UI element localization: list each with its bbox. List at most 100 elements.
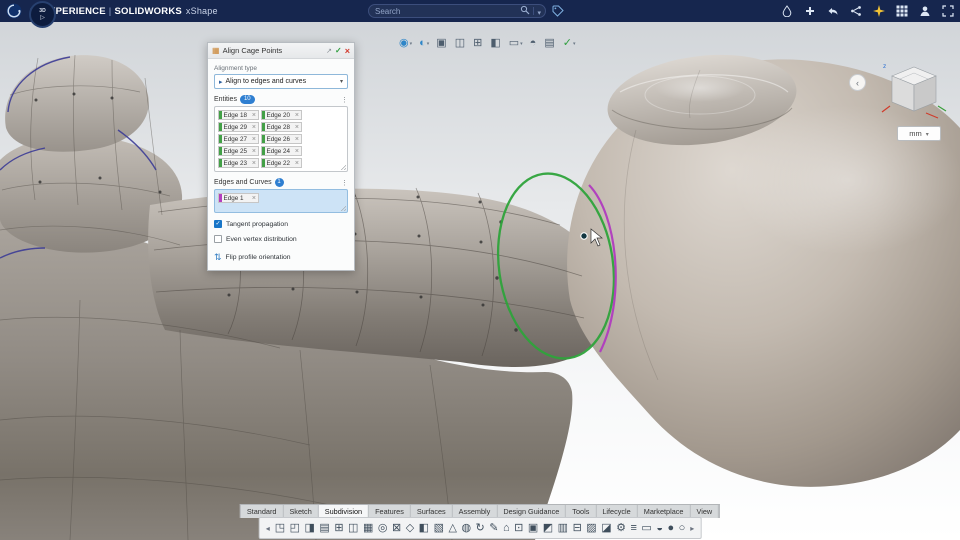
remove-chip-icon[interactable] xyxy=(295,112,301,119)
remove-chip-icon[interactable] xyxy=(295,160,301,167)
3dexperience-compass-logo[interactable] xyxy=(6,3,22,19)
bottom-tool-icon[interactable]: △ xyxy=(448,521,456,535)
ground-shadow-icon[interactable]: ▣ xyxy=(435,36,448,50)
units-dropdown[interactable]: mm xyxy=(897,126,941,141)
toolbar-scroll-right-icon[interactable]: ▸ xyxy=(689,524,695,533)
bottom-tool-icon[interactable]: ◇ xyxy=(406,521,414,535)
fullscreen-icon[interactable] xyxy=(941,5,954,18)
apps-grid-icon[interactable] xyxy=(895,5,908,18)
entity-chip[interactable]: Edge 20 xyxy=(261,110,302,120)
bottom-tool-icon[interactable]: ● xyxy=(667,521,674,535)
remove-chip-icon[interactable] xyxy=(295,136,301,143)
remove-chip-icon[interactable] xyxy=(295,148,301,155)
share-icon[interactable] xyxy=(826,5,839,18)
tag-icon[interactable] xyxy=(550,4,566,18)
render-style-icon[interactable]: ◉ ▾ xyxy=(398,36,413,50)
picked-vertex[interactable] xyxy=(580,232,588,240)
flip-profile-orientation-button[interactable]: ⇅ Flip profile orientation xyxy=(214,252,348,263)
entities-field[interactable]: Edge 18 Edge 20 Edge 29 xyxy=(214,106,348,172)
collapse-panel-button[interactable]: ‹ xyxy=(849,74,866,91)
search-input[interactable] xyxy=(373,5,521,17)
shading-icon[interactable]: ◓ xyxy=(529,36,539,50)
remove-chip-icon[interactable] xyxy=(252,160,258,167)
background-icon[interactable]: ◫ xyxy=(454,36,467,50)
bottom-tool-icon[interactable]: ▭ xyxy=(641,521,651,535)
bottom-tool-icon[interactable]: ✎ xyxy=(489,521,498,535)
bottom-tool-icon[interactable]: ○ xyxy=(679,521,686,535)
frame-view-icon[interactable]: ▭ ▾ xyxy=(508,36,524,50)
remove-chip-icon[interactable] xyxy=(252,148,258,155)
search-icon[interactable] xyxy=(520,2,530,20)
add-icon[interactable] xyxy=(803,5,816,18)
bottom-tool-icon[interactable]: ⚙ xyxy=(616,521,626,535)
3dplay-badge[interactable]: 3D ▷ xyxy=(29,1,56,28)
close-icon[interactable]: × xyxy=(345,46,350,56)
tool-caret-icon[interactable]: ▾ xyxy=(573,39,576,49)
bottom-tool-icon[interactable]: ▨ xyxy=(586,521,596,535)
ink-drop-icon[interactable] xyxy=(780,5,793,18)
bottom-tool-icon[interactable]: ▤ xyxy=(319,521,329,535)
bottom-tool-icon[interactable]: ▧ xyxy=(434,521,444,535)
bottom-tool-icon[interactable]: ⊡ xyxy=(514,521,523,535)
collaborate-icon[interactable] xyxy=(849,5,862,18)
bottom-tool-icon[interactable]: ◒ xyxy=(656,521,663,535)
entity-chip[interactable]: Edge 23 xyxy=(218,158,259,168)
entity-chip[interactable]: Edge 29 xyxy=(218,122,259,132)
edges-menu-icon[interactable] xyxy=(341,179,348,187)
checkbox-unchecked-icon[interactable] xyxy=(214,235,222,243)
search-options-caret-icon[interactable] xyxy=(537,2,541,20)
favorites-sparkle-icon[interactable] xyxy=(872,5,885,18)
edge-chip[interactable]: Edge 1 xyxy=(218,193,259,203)
bottom-tool-icon[interactable]: ◨ xyxy=(305,521,315,535)
entity-chip[interactable]: Edge 25 xyxy=(218,146,259,156)
tool-caret-icon[interactable]: ▾ xyxy=(410,39,413,49)
search-bar[interactable] xyxy=(368,4,546,18)
bottom-tool-icon[interactable]: ◰ xyxy=(290,521,300,535)
tool-caret-icon[interactable]: ▾ xyxy=(427,39,430,49)
bottom-tool-icon[interactable]: ⌂ xyxy=(503,521,510,535)
alignment-type-select[interactable]: ▸ Align to edges and curves xyxy=(214,74,348,89)
bottom-tool-icon[interactable]: ◧ xyxy=(419,521,429,535)
bottom-tool-icon[interactable]: ⊟ xyxy=(573,521,582,535)
section-view-icon[interactable]: ◧ xyxy=(489,36,502,50)
even-vertex-distribution-checkbox[interactable]: Even vertex distribution xyxy=(214,235,348,243)
entity-chip[interactable]: Edge 26 xyxy=(261,134,302,144)
checkbox-checked-icon[interactable] xyxy=(214,220,222,228)
bottom-tool-icon[interactable]: ≡ xyxy=(630,521,636,535)
entity-chip[interactable]: Edge 27 xyxy=(218,134,259,144)
view-cube[interactable]: z xyxy=(880,56,948,122)
entity-chip[interactable]: Edge 28 xyxy=(261,122,302,132)
bottom-tool-icon[interactable]: ◪ xyxy=(601,521,611,535)
remove-chip-icon[interactable] xyxy=(252,136,258,143)
bottom-tool-icon[interactable]: ◍ xyxy=(461,521,471,535)
dialog-titlebar[interactable]: ▦ Align Cage Points ↗ ✓ × xyxy=(208,43,354,59)
bottom-tool-icon[interactable]: ◎ xyxy=(378,521,388,535)
chevron-down-icon[interactable] xyxy=(926,129,929,138)
tangent-propagation-checkbox[interactable]: Tangent propagation xyxy=(214,220,348,228)
user-icon[interactable] xyxy=(918,5,931,18)
display-mode-icon[interactable]: ◐ ▾ xyxy=(418,36,430,50)
bottom-tool-icon[interactable]: ↻ xyxy=(476,521,485,535)
bottom-tool-icon[interactable]: ◩ xyxy=(543,521,553,535)
validate-selection-icon[interactable]: ✓ ▾ xyxy=(562,36,577,50)
edges-curves-field[interactable]: Edge 1 xyxy=(214,189,348,213)
chevron-down-icon[interactable] xyxy=(340,78,343,85)
bottom-tool-icon[interactable]: ⊠ xyxy=(392,521,401,535)
detach-dialog-icon[interactable]: ↗ xyxy=(326,47,332,55)
entity-chip[interactable]: Edge 18 xyxy=(218,110,259,120)
bottom-tool-icon[interactable]: ◫ xyxy=(348,521,358,535)
remove-chip-icon[interactable] xyxy=(252,112,258,119)
bottom-tool-icon[interactable]: ▣ xyxy=(528,521,538,535)
toolbar-scroll-left-icon[interactable]: ◂ xyxy=(265,524,271,533)
grid-icon[interactable]: ⊞ xyxy=(472,36,484,50)
remove-chip-icon[interactable] xyxy=(252,195,258,202)
ok-icon[interactable]: ✓ xyxy=(335,46,342,55)
bottom-tool-icon[interactable]: ▦ xyxy=(363,521,373,535)
remove-chip-icon[interactable] xyxy=(295,124,301,131)
remove-chip-icon[interactable] xyxy=(252,124,258,131)
tool-caret-icon[interactable]: ▾ xyxy=(520,39,523,49)
selection-list-icon[interactable]: ▤ xyxy=(543,36,556,50)
bottom-tool-icon[interactable]: ▥ xyxy=(558,521,568,535)
bottom-tool-icon[interactable]: ⊞ xyxy=(334,521,343,535)
entity-chip[interactable]: Edge 24 xyxy=(261,146,302,156)
